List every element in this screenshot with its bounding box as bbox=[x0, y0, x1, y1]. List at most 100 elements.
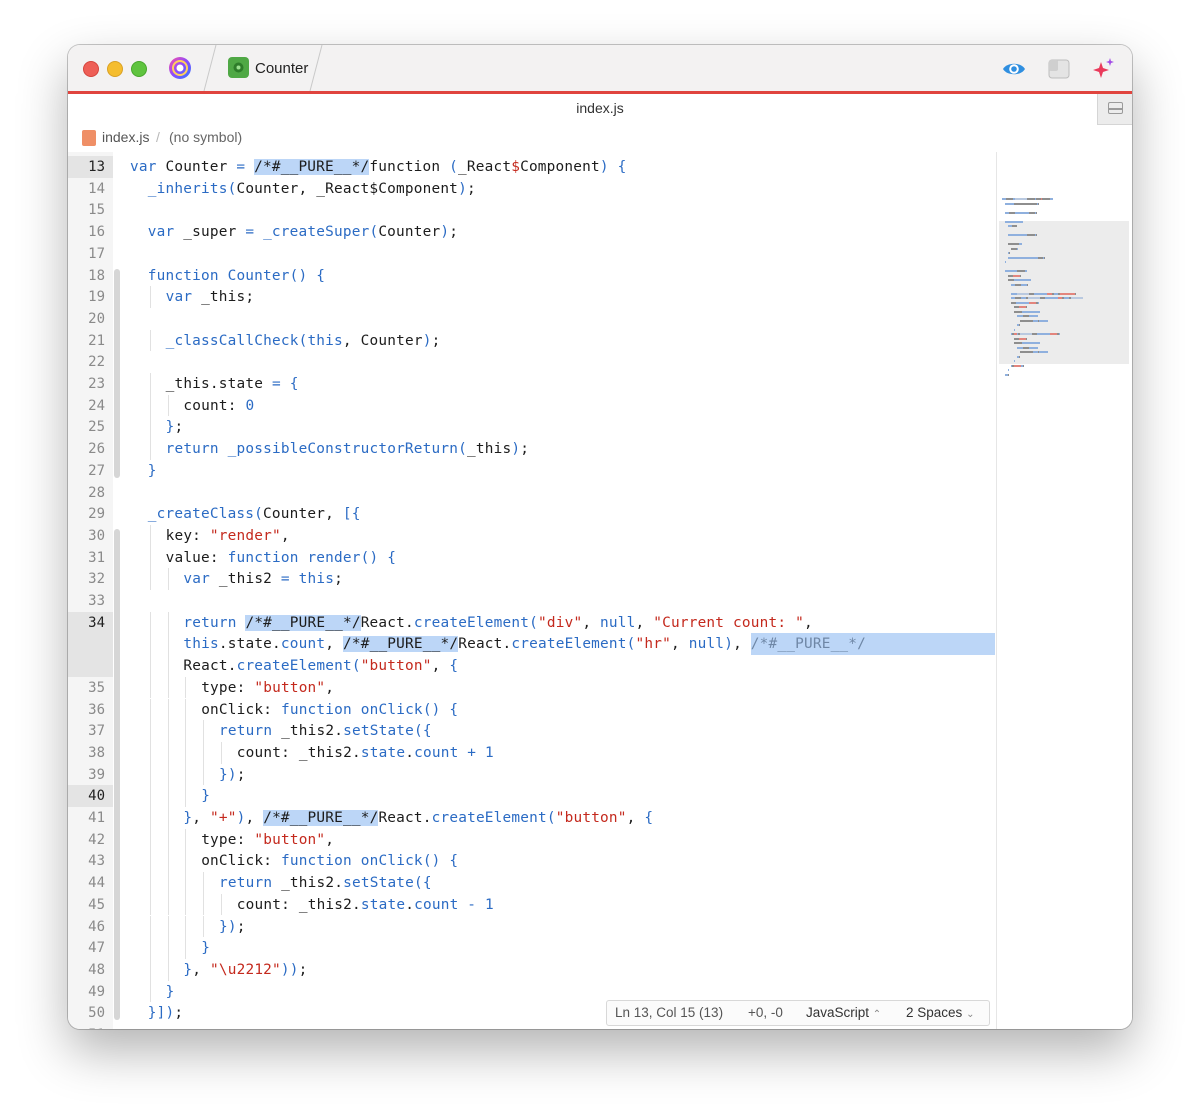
bottom-panel-icon[interactable] bbox=[1097, 94, 1132, 125]
project-icon[interactable] bbox=[228, 57, 249, 78]
code-line[interactable]: this.state.count, /*#__PURE__*/React.cre… bbox=[183, 633, 866, 655]
code-line[interactable]: _classCallCheck(this, Counter); bbox=[166, 330, 441, 352]
code-editor[interactable]: var Counter = /*#__PURE__*/function (_Re… bbox=[113, 152, 995, 1029]
sidebar-layout-icon[interactable] bbox=[1046, 56, 1072, 82]
code-token: _React bbox=[458, 159, 512, 175]
code-line[interactable]: } bbox=[201, 937, 210, 959]
code-token: ({ bbox=[414, 875, 432, 892]
gutter-line[interactable]: 21 bbox=[68, 330, 113, 352]
code-line[interactable]: }); bbox=[219, 916, 246, 938]
gutter-line[interactable]: 45 bbox=[68, 894, 113, 916]
language-selector[interactable]: JavaScript ⌃ bbox=[806, 1005, 881, 1020]
indent-guide bbox=[149, 850, 151, 873]
gutter-line[interactable]: 20 bbox=[68, 308, 113, 330]
code-line[interactable]: _createClass(Counter, [{ bbox=[148, 503, 361, 525]
indent-guide bbox=[149, 698, 151, 721]
code-line[interactable]: }); bbox=[219, 764, 246, 786]
gutter-line[interactable]: 28 bbox=[68, 482, 113, 504]
gutter-line[interactable]: 34 bbox=[68, 611, 113, 634]
code-line[interactable]: value: function render() { bbox=[166, 547, 397, 569]
gutter-line[interactable] bbox=[68, 655, 113, 678]
gutter-line[interactable]: 13 bbox=[68, 156, 113, 178]
code-line[interactable]: } bbox=[148, 460, 157, 482]
breadcrumb-file[interactable]: index.js bbox=[102, 129, 149, 145]
gutter-line[interactable]: 49 bbox=[68, 981, 113, 1003]
gutter-line[interactable]: 36 bbox=[68, 699, 113, 721]
gutter-line[interactable]: 15 bbox=[68, 199, 113, 221]
minimap-line bbox=[1009, 252, 1010, 254]
gutter-line[interactable]: 29 bbox=[68, 503, 113, 525]
minimap[interactable] bbox=[996, 152, 1132, 1029]
gutter-line[interactable]: 25 bbox=[68, 416, 113, 438]
gutter-line[interactable]: 43 bbox=[68, 850, 113, 872]
code-line[interactable]: return _possibleConstructorReturn(_this)… bbox=[166, 438, 529, 460]
code-line[interactable]: var _this2 = this; bbox=[183, 568, 343, 590]
minimap-line bbox=[1036, 315, 1038, 317]
indentation-selector[interactable]: 2 Spaces ⌄ bbox=[906, 1005, 974, 1020]
code-line[interactable]: function Counter() { bbox=[148, 265, 325, 287]
code-line[interactable]: }]); bbox=[148, 1002, 183, 1024]
code-line[interactable]: }; bbox=[166, 416, 184, 438]
cursor-position[interactable]: Ln 13, Col 15 (13) bbox=[615, 1005, 723, 1020]
code-line[interactable]: onClick: function onClick() { bbox=[201, 699, 458, 721]
sparkle-icon[interactable] bbox=[1090, 56, 1116, 82]
code-line[interactable]: var _this; bbox=[166, 286, 255, 308]
code-token: "div" bbox=[537, 614, 583, 631]
gutter-line[interactable]: 46 bbox=[68, 916, 113, 938]
gutter-line[interactable]: 37 bbox=[68, 720, 113, 742]
gutter-line[interactable]: 23 bbox=[68, 373, 113, 395]
gutter-line[interactable]: 42 bbox=[68, 829, 113, 851]
gutter-line[interactable]: 39 bbox=[68, 764, 113, 786]
gutter-line[interactable]: 17 bbox=[68, 243, 113, 265]
gutter-line[interactable]: 44 bbox=[68, 872, 113, 894]
gutter-line[interactable]: 35 bbox=[68, 677, 113, 699]
close-window-button[interactable] bbox=[83, 61, 99, 77]
gutter-line[interactable]: 33 bbox=[68, 590, 113, 612]
gutter-line[interactable]: 32 bbox=[68, 568, 113, 590]
gutter-line[interactable] bbox=[68, 633, 113, 656]
gutter-line[interactable]: 31 bbox=[68, 547, 113, 569]
code-line[interactable]: var Counter = /*#__PURE__*/function (_Re… bbox=[130, 156, 626, 178]
gutter-line[interactable]: 48 bbox=[68, 959, 113, 981]
gutter-line[interactable]: 14 bbox=[68, 178, 113, 200]
gutter-line[interactable]: 41 bbox=[68, 807, 113, 829]
code-line[interactable]: count: _this2.state.count + 1 bbox=[237, 742, 494, 764]
code-line[interactable]: }, "+"), /*#__PURE__*/React.createElemen… bbox=[183, 807, 653, 829]
gutter-line[interactable]: 50 bbox=[68, 1002, 113, 1024]
code-line[interactable]: _this.state = { bbox=[166, 373, 299, 395]
gutter-line[interactable]: 51 bbox=[68, 1024, 113, 1029]
code-line[interactable]: }, "\u2212")); bbox=[183, 959, 307, 981]
gutter-line[interactable]: 38 bbox=[68, 742, 113, 764]
eye-icon[interactable] bbox=[1001, 56, 1027, 82]
code-line[interactable]: return /*#__PURE__*/React.createElement(… bbox=[183, 612, 813, 634]
gutter-line[interactable]: 19 bbox=[68, 286, 113, 308]
code-line[interactable]: return _this2.setState({ bbox=[219, 872, 432, 894]
breadcrumb-symbol[interactable]: (no symbol) bbox=[169, 129, 242, 145]
gutter-line[interactable]: 47 bbox=[68, 937, 113, 959]
code-line[interactable]: _inherits(Counter, _React$Component); bbox=[148, 178, 476, 200]
gutter-line[interactable]: 26 bbox=[68, 438, 113, 460]
code-line[interactable]: } bbox=[166, 981, 175, 1003]
code-line[interactable]: React.createElement("button", { bbox=[183, 655, 458, 677]
code-line[interactable]: count: 0 bbox=[183, 395, 254, 417]
code-line[interactable]: count: _this2.state.count - 1 bbox=[237, 894, 494, 916]
minimize-window-button[interactable] bbox=[107, 61, 123, 77]
project-name[interactable]: Counter bbox=[255, 60, 308, 77]
zoom-window-button[interactable] bbox=[131, 61, 147, 77]
gutter-line[interactable]: 18 bbox=[68, 265, 113, 287]
gutter-line[interactable]: 40 bbox=[68, 785, 113, 808]
line-number-gutter[interactable]: 13 14 15 16 17 18 19 20 21 22 23 24 25 26 27 28 29 30 31 32… bbox=[68, 152, 120, 1029]
gutter-line[interactable]: 22 bbox=[68, 351, 113, 373]
gutter-line[interactable]: 30 bbox=[68, 525, 113, 547]
code-line[interactable]: var _super = _createSuper(Counter); bbox=[148, 221, 458, 243]
code-line[interactable]: return _this2.setState({ bbox=[219, 720, 432, 742]
gutter-line[interactable]: 16 bbox=[68, 221, 113, 243]
gutter-line[interactable]: 24 bbox=[68, 395, 113, 417]
code-line[interactable]: } bbox=[201, 785, 210, 807]
nova-app-icon[interactable] bbox=[167, 55, 193, 81]
code-line[interactable]: type: "button", bbox=[201, 829, 334, 851]
code-line[interactable]: onClick: function onClick() { bbox=[201, 850, 458, 872]
code-line[interactable]: key: "render", bbox=[166, 525, 290, 547]
gutter-line[interactable]: 27 bbox=[68, 460, 113, 482]
code-line[interactable]: type: "button", bbox=[201, 677, 334, 699]
